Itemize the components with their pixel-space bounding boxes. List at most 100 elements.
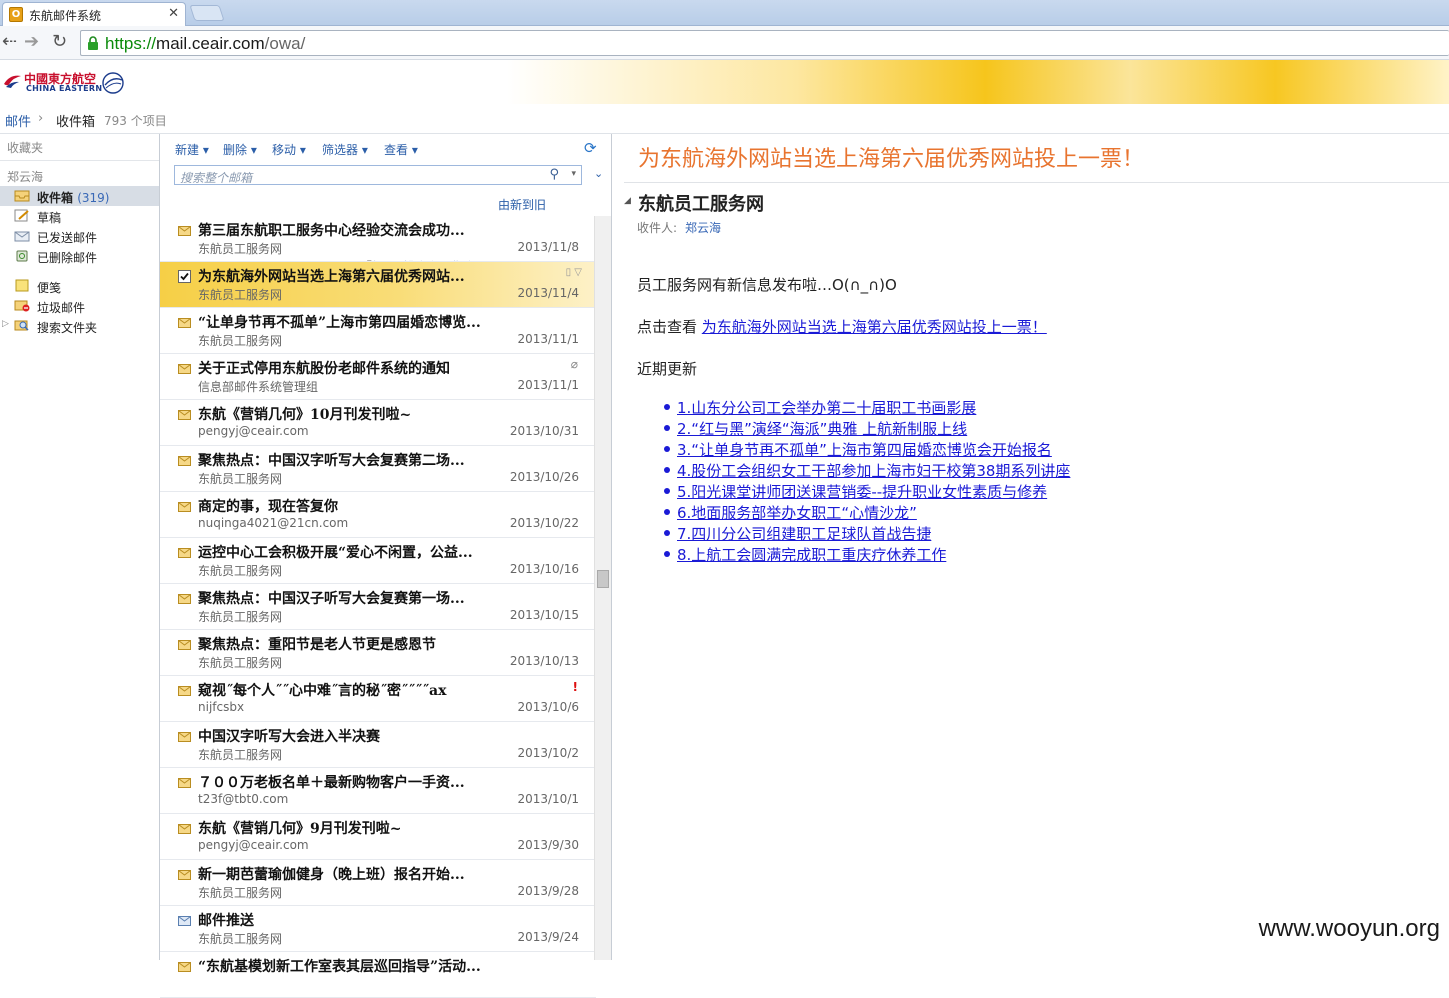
update-link[interactable]: 7.四川分公司组建职工足球队首战告捷 <box>677 525 931 543</box>
message-row[interactable]: 关于正式停用东航股份老邮件系统的通知 信息部邮件系统管理组 2013/11/1 ⌀ <box>160 354 596 400</box>
message-row[interactable]: 窥视˝每个人˝˝心中难˝言的秘˝密˝˝˝˝ax nijfcsbx 2013/10/6… <box>160 676 596 722</box>
folder-pane: 收藏夹 郑云海 收件箱 (319) 草稿 已发送邮件 已删除邮件 便笺 垃圾邮件… <box>0 134 160 960</box>
message-subject-line: 东航《营销几何》10月刊发刊啦~ <box>198 407 412 423</box>
message-row[interactable]: 中国汉字听写大会进入半决赛 东航员工服务网 2013/10/2 <box>160 722 596 768</box>
message-list-scrollbar[interactable] <box>594 216 611 960</box>
body-view-line: 点击查看 为东航海外网站当选上海第六届优秀网站投上一票！ <box>637 318 1047 336</box>
message-row[interactable]: 东航《营销几何》9月刊发刊啦~ pengyj@ceair.com 2013/9/30 <box>160 814 596 860</box>
search-options-icon[interactable]: ▾ <box>571 169 576 179</box>
refresh-icon[interactable]: ⟳ <box>584 139 597 157</box>
folder-deleted[interactable]: 已删除邮件 <box>0 246 159 266</box>
scrollbar-thumb[interactable] <box>597 570 609 588</box>
message-row[interactable]: 第三届东航职工服务中心经验交流会成功... 东航员工服务网 2013/11/8 <box>160 216 596 262</box>
move-button[interactable]: 移动 ▾ <box>272 141 306 158</box>
search-icon[interactable]: ⚲ <box>549 167 559 182</box>
message-sender-line: nijfcsbx <box>198 700 245 714</box>
folder-notes[interactable]: 便笺 <box>0 276 159 296</box>
new-button[interactable]: 新建 ▾ <box>175 141 209 158</box>
recipient-label: 收件人: <box>637 221 678 235</box>
mailbox-owner[interactable]: 郑云海 <box>7 168 43 185</box>
message-row[interactable]: 聚焦热点：中国汉子听写大会复赛第一场... 东航员工服务网 2013/10/15 <box>160 584 596 630</box>
delete-button[interactable]: 删除 ▾ <box>223 141 257 158</box>
message-subject-line: “东航基模划新工作室表其层巡回指导”活动... <box>198 959 481 975</box>
envelope-icon <box>178 778 191 788</box>
update-link[interactable]: 6.地面服务部举办女职工“心情沙龙” <box>677 504 917 522</box>
body-intro: 员工服务网有新信息发布啦…O(∩_∩)O <box>637 276 897 294</box>
envelope-icon <box>178 824 191 834</box>
favorites-header[interactable]: 收藏夹 <box>7 139 43 156</box>
search-folder-icon <box>14 320 29 331</box>
checkbox-checked-icon[interactable] <box>178 270 191 283</box>
message-sender[interactable]: 东航员工服务网 <box>638 190 764 216</box>
update-item: 7.四川分公司组建职工足球队首战告捷 <box>664 523 1070 544</box>
message-date: 2013/10/13 <box>509 654 579 668</box>
bullet-icon <box>664 530 670 536</box>
message-subject-line: 关于正式停用东航股份老邮件系统的通知 <box>198 361 450 377</box>
close-tab-icon[interactable]: ✕ <box>168 6 179 21</box>
update-link[interactable]: 5.阳光课堂讲师团送课营销委--提升职业女性素质与修养 <box>677 483 1047 501</box>
folder-inbox[interactable]: 收件箱 (319) <box>0 186 159 206</box>
message-row[interactable]: 为东航海外网站当选上海第六届优秀网站... 东航员工服务网 2013/11/4 ▯ ▽ <box>160 262 596 308</box>
message-sender-line: 东航员工服务网 <box>198 288 283 302</box>
message-sender-line: pengyj@ceair.com <box>198 424 309 438</box>
update-link[interactable]: 2.“红与黑”演绎“海派”典雅 上航新制服上线 <box>677 420 967 438</box>
bullet-icon <box>664 467 670 473</box>
envelope-icon <box>178 870 191 880</box>
folder-drafts[interactable]: 草稿 <box>0 206 159 226</box>
search-input[interactable]: 搜索整个邮箱 ⚲ ▾ <box>174 165 582 185</box>
message-row[interactable]: 运控中心工会积极开展“爱心不闲置，公益... 东航员工服务网 2013/10/16 <box>160 538 596 584</box>
expand-arrow-icon[interactable]: ▷ <box>2 319 9 329</box>
outlook-icon: O <box>9 7 23 22</box>
message-subject-line: 邮件推送 <box>198 913 254 929</box>
high-importance-icon: ! <box>572 680 578 694</box>
url-text: https://mail.ceair.com/owa/ <box>105 34 306 53</box>
message-row[interactable]: 聚焦热点：中国汉字听写大会复赛第二场... 东航员工服务网 2013/10/26 <box>160 446 596 492</box>
recipient-name[interactable]: 郑云海 <box>685 219 721 236</box>
message-date: 2013/10/16 <box>509 562 579 576</box>
message-date: 2013/9/30 <box>517 838 579 852</box>
address-bar[interactable]: https://mail.ceair.com/owa/ <box>80 30 1449 56</box>
junk-mail-icon <box>14 300 30 312</box>
folder-junk[interactable]: 垃圾邮件 <box>0 296 159 316</box>
message-row[interactable]: 聚焦热点：重阳节是老人节更是感恩节 东航员工服务网 2013/10/13 <box>160 630 596 676</box>
envelope-icon <box>178 594 191 604</box>
notes-icon <box>15 279 29 292</box>
message-subject-line: 商定的事，现在答复你 <box>198 499 338 515</box>
browser-tab[interactable]: O 东航邮件系统 ✕ <box>2 2 186 26</box>
new-tab-button[interactable] <box>189 5 225 21</box>
item-count: 793 个项目 <box>104 114 167 128</box>
view-button[interactable]: 查看 ▾ <box>384 141 418 158</box>
update-link[interactable]: 1.山东分公司工会举办第二十届职工书画影展 <box>677 399 976 417</box>
update-item: 3.“让单身节再不孤单”上海市第四届婚恋博览会开始报名 <box>664 439 1070 460</box>
envelope-icon <box>178 226 191 236</box>
expand-search-icon[interactable]: ⌄ <box>594 167 603 180</box>
update-link[interactable]: 3.“让单身节再不孤单”上海市第四届婚恋博览会开始报名 <box>677 441 1052 459</box>
attachment-icon: ⌀ <box>570 357 578 371</box>
reload-icon[interactable]: ↻ <box>52 32 67 52</box>
message-row[interactable]: 邮件推送 东航员工服务网 2013/9/24 <box>160 906 596 952</box>
message-date: 2013/10/2 <box>517 746 579 760</box>
update-link[interactable]: 4.股份工会组织女工干部参加上海市妇干校第38期系列讲座 <box>677 462 1070 480</box>
message-sender-line: 东航员工服务网 <box>198 748 283 762</box>
message-row[interactable]: 商定的事，现在答复你 nuqinga4021@21cn.com 2013/10/22 <box>160 492 596 538</box>
message-row[interactable]: 东航《营销几何》10月刊发刊啦~ pengyj@ceair.com 2013/10/… <box>160 400 596 446</box>
forward-icon[interactable]: ➔ <box>24 32 39 52</box>
folder-sent[interactable]: 已发送邮件 <box>0 226 159 246</box>
message-row[interactable]: “让单身节再不孤单”上海市第四届婚恋博览... 东航员工服务网 2013/11/1 <box>160 308 596 354</box>
filter-button[interactable]: 筛选器 ▾ <box>322 141 368 158</box>
collapse-header-icon[interactable]: ◢ <box>624 196 631 206</box>
breadcrumb-mail-link[interactable]: 邮件 <box>5 111 31 130</box>
message-row[interactable]: “东航基模划新工作室表其层巡回指导”活动... <box>160 952 596 998</box>
update-link[interactable]: 8.上航工会圆满完成职工重庆疗休养工作 <box>677 546 946 564</box>
body-article-link[interactable]: 为东航海外网站当选上海第六届优秀网站投上一票！ <box>702 318 1047 336</box>
tab-title: 东航邮件系统 <box>29 9 102 23</box>
message-row[interactable]: 新一期芭蕾瑜伽健身（晚上班）报名开始... 东航员工服务网 2013/9/28 <box>160 860 596 906</box>
message-subject-line: 中国汉字听写大会进入半决赛 <box>198 729 380 745</box>
flag-outline-icon[interactable]: ▯ ▽ <box>566 267 582 278</box>
back-icon[interactable]: ⇠ <box>2 32 17 52</box>
envelope-icon <box>178 640 191 650</box>
sort-order-button[interactable]: 由新到旧 <box>498 196 546 213</box>
folder-search[interactable]: ▷ 搜索文件夹 <box>0 316 159 336</box>
message-row[interactable]: ７００万老板名单＋最新购物客户一手资... t23f@tbt0.com 2013/1… <box>160 768 596 814</box>
message-sender-line: 东航员工服务网 <box>198 242 283 256</box>
